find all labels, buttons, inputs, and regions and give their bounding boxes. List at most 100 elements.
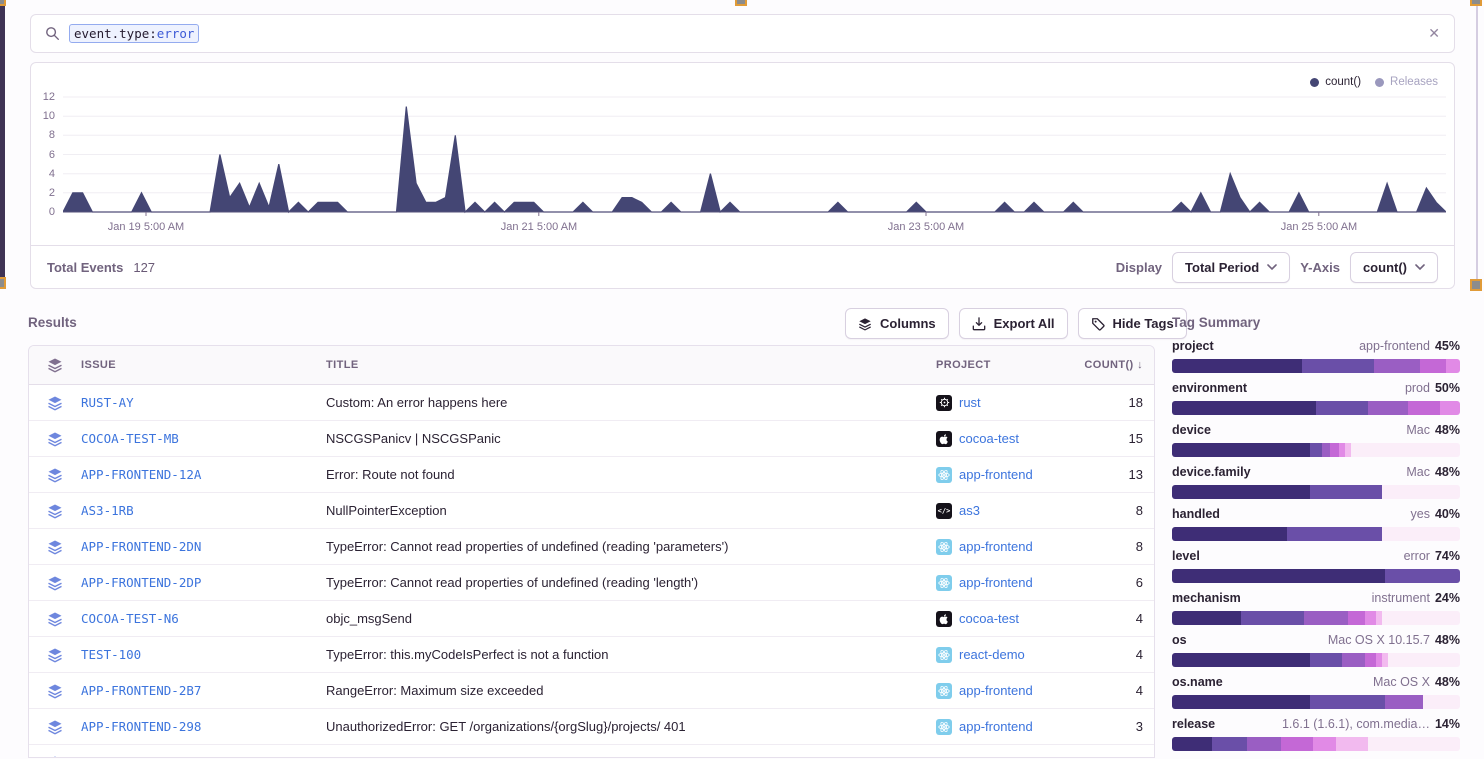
- yaxis-select[interactable]: count(): [1350, 252, 1438, 283]
- columns-button[interactable]: Columns: [845, 308, 949, 339]
- tag-bar-remainder[interactable]: [1368, 737, 1460, 751]
- tag-top-percent: 45%: [1435, 339, 1460, 353]
- column-header-issue[interactable]: ISSUE: [81, 359, 326, 371]
- project-link[interactable]: app-frontend: [936, 719, 1066, 735]
- tag-bar-segment[interactable]: [1446, 359, 1460, 373]
- tag-bar-segment[interactable]: [1374, 359, 1420, 373]
- tag-bar-segment[interactable]: [1172, 485, 1310, 499]
- selection-handle-left-middle[interactable]: [0, 277, 6, 289]
- tag-bar-segment[interactable]: [1440, 401, 1460, 415]
- project-name: app-frontend: [959, 719, 1033, 734]
- project-link[interactable]: app-frontend: [936, 683, 1066, 699]
- issue-link[interactable]: APP-FRONTEND-12A: [81, 467, 326, 482]
- issue-link[interactable]: APP-FRONTEND-2B7: [81, 683, 326, 698]
- project-link[interactable]: </>as3: [936, 503, 1066, 519]
- tag-bar-segment[interactable]: [1281, 737, 1313, 751]
- tag-bar-segment[interactable]: [1310, 695, 1385, 709]
- stack-icon: [29, 357, 81, 373]
- issue-link[interactable]: COCOA-TEST-MB: [81, 431, 326, 446]
- selection-handle-top-left[interactable]: [0, 0, 6, 6]
- project-link[interactable]: react-demo: [936, 647, 1066, 663]
- issue-link[interactable]: COCOA-TEST-N6: [81, 611, 326, 626]
- tag-bar-remainder[interactable]: [1351, 443, 1460, 457]
- display-select[interactable]: Total Period: [1172, 252, 1290, 283]
- tag-bar-segment[interactable]: [1368, 401, 1408, 415]
- selection-handle-right-middle[interactable]: [1470, 279, 1482, 291]
- tag-bar-segment[interactable]: [1212, 737, 1247, 751]
- issue-link[interactable]: APP-FRONTEND-2DN: [81, 539, 326, 554]
- tag-distribution-bar[interactable]: [1172, 401, 1460, 415]
- tag-bar-segment[interactable]: [1385, 695, 1422, 709]
- tag-bar-segment[interactable]: [1287, 527, 1382, 541]
- tag-bar-segment[interactable]: [1342, 653, 1365, 667]
- tag-bar-segment[interactable]: [1302, 359, 1374, 373]
- tag-bar-segment[interactable]: [1172, 359, 1302, 373]
- tag-distribution-bar[interactable]: [1172, 527, 1460, 541]
- tag-bar-segment[interactable]: [1365, 611, 1377, 625]
- tag-bar-segment[interactable]: [1348, 611, 1365, 625]
- tag-bar-segment[interactable]: [1172, 569, 1385, 583]
- export-all-button[interactable]: Export All: [959, 308, 1068, 339]
- tag-bar-segment[interactable]: [1316, 401, 1368, 415]
- tag-distribution-bar[interactable]: [1172, 653, 1460, 667]
- tag-distribution-bar[interactable]: [1172, 569, 1460, 583]
- tag-bar-segment[interactable]: [1304, 611, 1347, 625]
- column-header-count[interactable]: COUNT() ↓: [1066, 359, 1155, 371]
- tag-bar-segment[interactable]: [1172, 653, 1310, 667]
- project-link[interactable]: cocoa-test: [936, 431, 1066, 447]
- tag-bar-segment[interactable]: [1330, 443, 1339, 457]
- selection-handle-top-center[interactable]: [735, 0, 747, 6]
- tag-bar-segment[interactable]: [1365, 653, 1377, 667]
- tag-bar-remainder[interactable]: [1388, 653, 1460, 667]
- issue-link[interactable]: RUST-AY: [81, 395, 326, 410]
- tag-bar-segment[interactable]: [1310, 653, 1342, 667]
- selection-handle-top-right[interactable]: [1470, 0, 1482, 6]
- tag-bar-segment[interactable]: [1353, 737, 1367, 751]
- tag-bar-segment[interactable]: [1322, 443, 1331, 457]
- issue-link[interactable]: TEST-100: [81, 647, 326, 662]
- tag-key: device.family: [1172, 465, 1251, 479]
- tag-bar-segment[interactable]: [1385, 569, 1460, 583]
- tag-bar-segment[interactable]: [1172, 527, 1287, 541]
- tag-bar-remainder[interactable]: [1382, 485, 1460, 499]
- project-link[interactable]: app-frontend: [936, 539, 1066, 555]
- project-link[interactable]: cocoa-test: [936, 611, 1066, 627]
- tag-bar-segment[interactable]: [1172, 443, 1310, 457]
- tag-bar-remainder[interactable]: [1382, 527, 1460, 541]
- tag-bar-segment[interactable]: [1408, 401, 1440, 415]
- tag-distribution-bar[interactable]: [1172, 737, 1460, 751]
- tag-bar-segment[interactable]: [1310, 485, 1382, 499]
- column-header-title[interactable]: TITLE: [326, 359, 936, 371]
- issue-link[interactable]: AS3-1RB: [81, 503, 326, 518]
- tag-bar-segment[interactable]: [1420, 359, 1446, 373]
- tag-bar-segment[interactable]: [1336, 737, 1353, 751]
- issue-link[interactable]: APP-FRONTEND-298: [81, 719, 326, 734]
- tag-bar-remainder[interactable]: [1382, 611, 1460, 625]
- tag-bar-segment[interactable]: [1310, 443, 1322, 457]
- issue-link[interactable]: APP-FRONTEND-2DP: [81, 575, 326, 590]
- tag-bar-segment[interactable]: [1172, 611, 1241, 625]
- project-link[interactable]: rust: [936, 395, 1066, 411]
- tag-bar-remainder[interactable]: [1423, 695, 1460, 709]
- tag-bar-segment[interactable]: [1172, 401, 1316, 415]
- search-bar[interactable]: event.type:error ✕: [30, 14, 1455, 53]
- tag-distribution-bar[interactable]: [1172, 359, 1460, 373]
- search-clear-icon[interactable]: ✕: [1428, 25, 1440, 42]
- column-header-project[interactable]: PROJECT: [936, 359, 1066, 371]
- tag-distribution-bar[interactable]: [1172, 611, 1460, 625]
- tag-bar-segment[interactable]: [1172, 737, 1212, 751]
- hide-tags-button[interactable]: Hide Tags: [1078, 308, 1187, 339]
- tag-distribution-bar[interactable]: [1172, 695, 1460, 709]
- project-name: app-frontend: [959, 683, 1033, 698]
- table-row: AS3-1RB NullPointerException </>as3 8: [29, 493, 1154, 529]
- tag-distribution-bar[interactable]: [1172, 485, 1460, 499]
- tag-distribution-bar[interactable]: [1172, 443, 1460, 457]
- search-token[interactable]: event.type:error: [69, 24, 199, 43]
- tag-bar-segment[interactable]: [1247, 737, 1282, 751]
- tag-bar-segment[interactable]: [1241, 611, 1304, 625]
- tag-bar-segment[interactable]: [1313, 737, 1336, 751]
- project-link[interactable]: app-frontend: [936, 575, 1066, 591]
- tag-bar-segment[interactable]: [1172, 695, 1310, 709]
- tag-key: mechanism: [1172, 591, 1241, 605]
- project-link[interactable]: app-frontend: [936, 467, 1066, 483]
